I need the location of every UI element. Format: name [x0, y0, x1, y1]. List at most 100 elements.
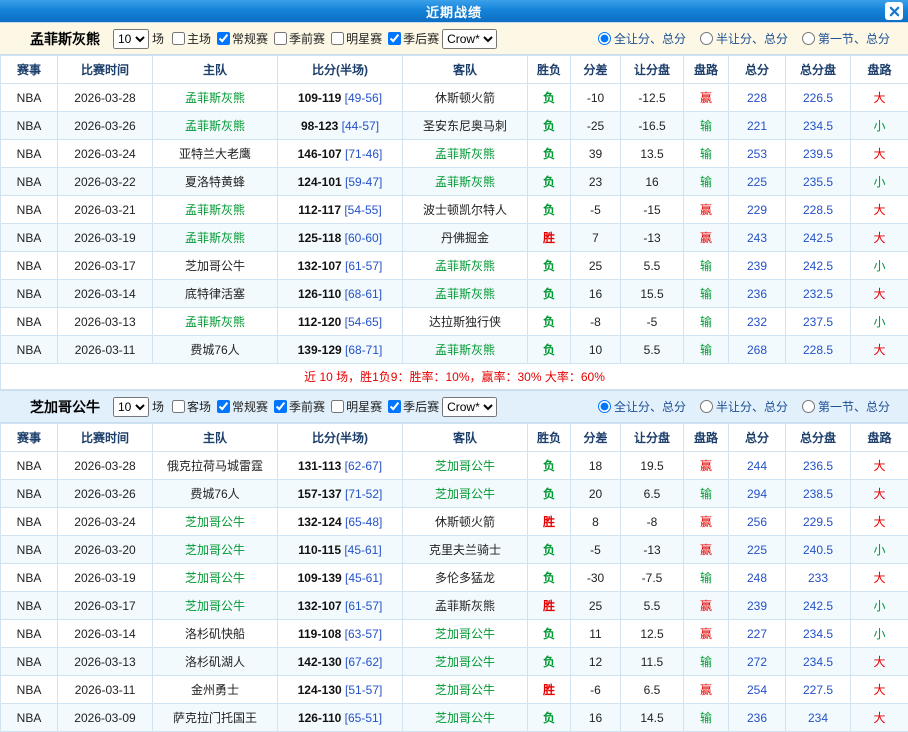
radio-input[interactable]: [802, 400, 815, 413]
cell-league: NBA: [1, 168, 58, 196]
filter-checkbox-0[interactable]: 主场: [166, 30, 211, 47]
radio-option-label: 全让分、总分: [614, 398, 686, 415]
cell-league: NBA: [1, 564, 58, 592]
table-row: NBA2026-03-13洛杉矶湖人142-130 [67-62]芝加哥公牛负1…: [1, 648, 908, 676]
odds-company-select[interactable]: Crow*: [442, 397, 497, 417]
radio-input[interactable]: [598, 400, 611, 413]
column-header: 比分(半场): [278, 424, 403, 452]
column-header: 胜负: [528, 424, 571, 452]
filter-checkbox-label: 季后赛: [403, 398, 439, 415]
cell-total-result: 大: [851, 508, 908, 536]
radio-option-2[interactable]: 第一节、总分: [802, 30, 890, 47]
column-header: 让分盘: [621, 424, 684, 452]
filter-checkbox-2[interactable]: 季前赛: [268, 30, 325, 47]
cell-point-diff: -6: [571, 676, 621, 704]
filter-checkbox-1[interactable]: 常规赛: [211, 398, 268, 415]
cell-league: NBA: [1, 620, 58, 648]
cell-home-team: 俄克拉荷马城雷霆: [153, 452, 278, 480]
cell-total-line: 226.5: [786, 84, 851, 112]
radio-option-1[interactable]: 半让分、总分: [700, 30, 788, 47]
games-suffix-label: 场: [152, 398, 164, 415]
cell-league: NBA: [1, 252, 58, 280]
cell-win-loss: 负: [528, 704, 571, 732]
cell-handicap-line: -7.5: [621, 564, 684, 592]
checkbox-input[interactable]: [217, 32, 230, 45]
cell-total-result: 大: [851, 224, 908, 252]
cell-total-line: 238.5: [786, 480, 851, 508]
checkbox-input[interactable]: [172, 400, 185, 413]
table-row: NBA2026-03-26孟菲斯灰熊98-123 [44-57]圣安东尼奥马刺负…: [1, 112, 908, 140]
cell-total-line: 229.5: [786, 508, 851, 536]
radio-input[interactable]: [700, 32, 713, 45]
cell-total-points: 256: [729, 508, 786, 536]
cell-home-team: 夏洛特黄蜂: [153, 168, 278, 196]
radio-option-1[interactable]: 半让分、总分: [700, 398, 788, 415]
cell-handicap-line: 12.5: [621, 620, 684, 648]
cell-handicap-result: 输: [684, 112, 729, 140]
cell-away-team: 芝加哥公牛: [403, 452, 528, 480]
checkbox-input[interactable]: [274, 32, 287, 45]
cell-handicap-line: -12.5: [621, 84, 684, 112]
cell-score: 110-115 [45-61]: [278, 536, 403, 564]
filter-checkbox-3[interactable]: 明星赛: [325, 30, 382, 47]
radio-option-0[interactable]: 全让分、总分: [598, 398, 686, 415]
cell-home-team: 亚特兰大老鹰: [153, 140, 278, 168]
checkbox-input[interactable]: [388, 32, 401, 45]
filter-checkbox-0[interactable]: 客场: [166, 398, 211, 415]
filter-checkbox-2[interactable]: 季前赛: [268, 398, 325, 415]
results-table: 赛事比赛时间主队比分(半场)客队胜负分差让分盘盘路总分总分盘盘路NBA2026-…: [0, 55, 908, 390]
games-count-select[interactable]: 10: [113, 397, 149, 417]
table-row: NBA2026-03-11金州勇士124-130 [51-57]芝加哥公牛胜-6…: [1, 676, 908, 704]
table-row: NBA2026-03-28俄克拉荷马城雷霆131-113 [62-67]芝加哥公…: [1, 452, 908, 480]
section-filter-bar: 芝加哥公牛10场客场常规赛季前赛明星赛季后赛Crow*全让分、总分半让分、总分第…: [0, 390, 908, 423]
radio-input[interactable]: [598, 32, 611, 45]
filter-checkbox-1[interactable]: 常规赛: [211, 30, 268, 47]
cell-away-team: 芝加哥公牛: [403, 620, 528, 648]
cell-total-result: 小: [851, 592, 908, 620]
cell-total-line: 227.5: [786, 676, 851, 704]
cell-handicap-result: 输: [684, 336, 729, 364]
radio-option-2[interactable]: 第一节、总分: [802, 398, 890, 415]
cell-total-points: 268: [729, 336, 786, 364]
table-row: NBA2026-03-17芝加哥公牛132-107 [61-57]孟菲斯灰熊胜2…: [1, 592, 908, 620]
cell-home-team: 孟菲斯灰熊: [153, 112, 278, 140]
half-score: [63-57]: [341, 627, 382, 641]
cell-win-loss: 负: [528, 480, 571, 508]
table-row: NBA2026-03-26费城76人157-137 [71-52]芝加哥公牛负2…: [1, 480, 908, 508]
column-header: 客队: [403, 56, 528, 84]
checkbox-input[interactable]: [331, 400, 344, 413]
radio-group: 全让分、总分半让分、总分第一节、总分: [584, 30, 890, 47]
radio-input[interactable]: [802, 32, 815, 45]
checkbox-input[interactable]: [274, 400, 287, 413]
filter-checkbox-label: 季后赛: [403, 30, 439, 47]
odds-company-select[interactable]: Crow*: [442, 29, 497, 49]
cell-point-diff: 23: [571, 168, 621, 196]
dialog-title: 近期战绩: [426, 2, 482, 21]
cell-handicap-line: -8: [621, 508, 684, 536]
checkbox-input[interactable]: [388, 400, 401, 413]
filter-checkbox-label: 客场: [187, 398, 211, 415]
filter-checkbox-4[interactable]: 季后赛: [382, 398, 439, 415]
column-header: 让分盘: [621, 56, 684, 84]
table-row: NBA2026-03-19孟菲斯灰熊125-118 [60-60]丹佛掘金胜7-…: [1, 224, 908, 252]
cell-score: 98-123 [44-57]: [278, 112, 403, 140]
games-count-select[interactable]: 10: [113, 29, 149, 49]
cell-score: 109-119 [49-56]: [278, 84, 403, 112]
cell-total-points: 294: [729, 480, 786, 508]
checkbox-input[interactable]: [331, 32, 344, 45]
cell-score: 132-107 [61-57]: [278, 252, 403, 280]
filter-checkbox-3[interactable]: 明星赛: [325, 398, 382, 415]
column-header: 胜负: [528, 56, 571, 84]
radio-input[interactable]: [700, 400, 713, 413]
checkbox-input[interactable]: [217, 400, 230, 413]
table-row: NBA2026-03-20芝加哥公牛110-115 [45-61]克里夫兰骑士负…: [1, 536, 908, 564]
close-button[interactable]: [885, 2, 903, 20]
cell-date: 2026-03-13: [58, 648, 153, 676]
cell-total-result: 大: [851, 196, 908, 224]
radio-option-0[interactable]: 全让分、总分: [598, 30, 686, 47]
cell-total-result: 大: [851, 452, 908, 480]
cell-date: 2026-03-19: [58, 224, 153, 252]
checkbox-input[interactable]: [172, 32, 185, 45]
cell-handicap-result: 赢: [684, 84, 729, 112]
filter-checkbox-4[interactable]: 季后赛: [382, 30, 439, 47]
